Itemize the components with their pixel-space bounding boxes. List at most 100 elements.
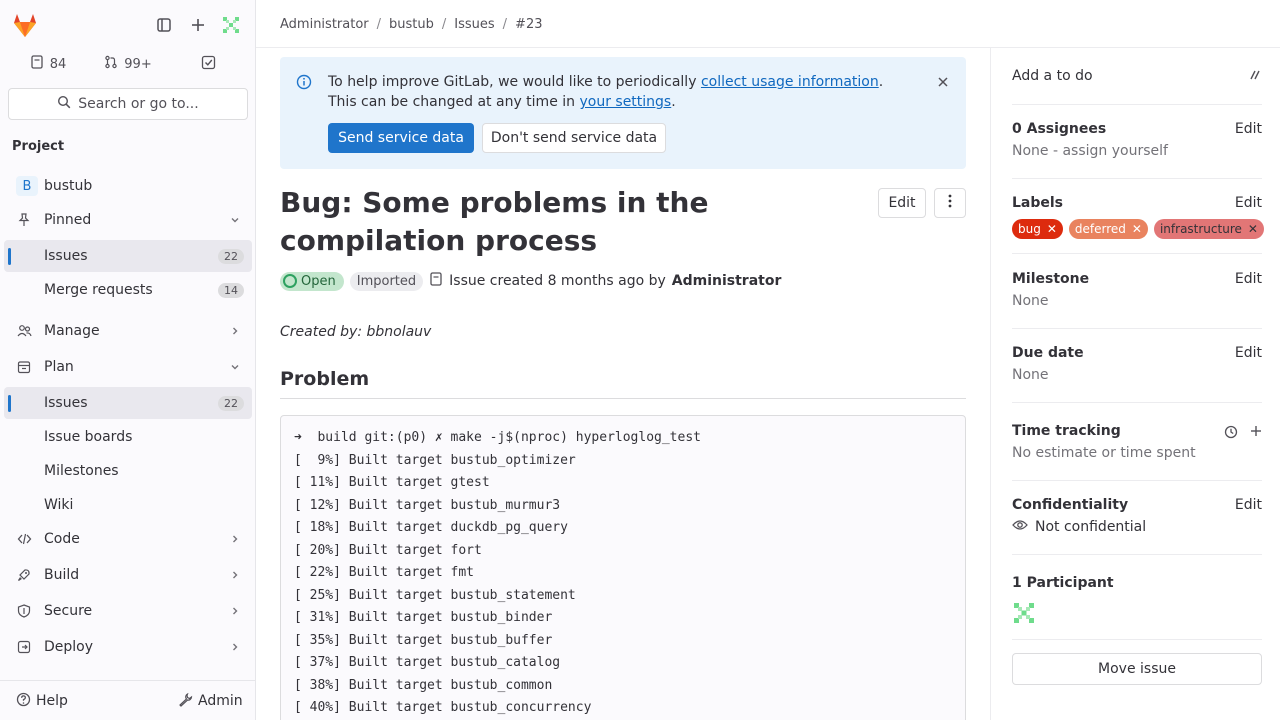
- add-todo-button[interactable]: Add a to do: [1012, 68, 1093, 84]
- labels-list: bug ✕ deferred ✕ infrastructure ✕: [1012, 219, 1264, 239]
- code-line: [ 18%] Built target duckdb_pg_query: [294, 520, 568, 535]
- search-button[interactable]: Search or go to...: [8, 88, 248, 120]
- breadcrumb-separator: /: [502, 16, 508, 32]
- participant-avatar[interactable]: [1012, 601, 1036, 625]
- sidebar-item-pinned-issues[interactable]: Issues 22: [4, 240, 252, 272]
- assigned-issues-counter[interactable]: 84: [8, 50, 88, 78]
- breadcrumb-item-project[interactable]: bustub: [389, 17, 434, 32]
- section-divider: [1012, 328, 1262, 329]
- sidebar-item-count: 22: [218, 248, 244, 264]
- sidebar-item-issues[interactable]: Issues 22: [4, 387, 252, 419]
- banner-text-end: .: [671, 94, 676, 110]
- sidebar-item-pinned[interactable]: Pinned: [4, 204, 252, 236]
- sidebar-item-wiki[interactable]: Wiki: [4, 489, 252, 521]
- user-avatar[interactable]: [217, 12, 245, 38]
- admin-button[interactable]: Admin: [178, 687, 243, 715]
- search-icon: [57, 95, 71, 113]
- time-tracking-report-button[interactable]: [1224, 425, 1238, 443]
- code-line: [ 40%] Built target bustub_concurrency: [294, 700, 592, 715]
- breadcrumb-separator: /: [376, 16, 382, 32]
- section-divider: [1012, 402, 1262, 403]
- section-divider: [1012, 554, 1262, 555]
- assign-yourself-link[interactable]: None - assign yourself: [1012, 143, 1262, 159]
- sidebar-item-milestones[interactable]: Milestones: [4, 455, 252, 487]
- gitlab-logo-icon[interactable]: [10, 10, 40, 40]
- issue-author-link[interactable]: Administrator: [672, 273, 782, 289]
- edit-assignees-button[interactable]: Edit: [1235, 121, 1262, 137]
- issue-actions-button[interactable]: [934, 188, 966, 218]
- sidebar-item-manage[interactable]: Manage: [4, 315, 252, 347]
- sidebar-item-build[interactable]: Build: [4, 559, 252, 591]
- label-bug[interactable]: bug ✕: [1012, 219, 1063, 239]
- section-divider: [1012, 480, 1262, 481]
- remove-label-icon[interactable]: ✕: [1132, 222, 1142, 236]
- chevron-right-icon: [228, 639, 242, 655]
- edit-confidentiality-button[interactable]: Edit: [1235, 497, 1262, 513]
- info-icon: [296, 74, 312, 90]
- sidebar-item-label: Deploy: [44, 639, 94, 655]
- edit-issue-button[interactable]: Edit: [878, 188, 926, 218]
- issue-description-created-by: Created by: bbnolauv: [280, 324, 432, 340]
- remove-label-icon[interactable]: ✕: [1047, 222, 1057, 236]
- edit-due-date-button[interactable]: Edit: [1235, 345, 1262, 361]
- edit-milestone-button[interactable]: Edit: [1235, 271, 1262, 287]
- sidebar-item-project[interactable]: B bustub: [4, 170, 252, 202]
- eye-icon: [1012, 519, 1028, 535]
- sidebar-item-label: Merge requests: [44, 282, 153, 298]
- help-button[interactable]: Help: [16, 687, 68, 715]
- sidebar-item-plan[interactable]: Plan: [4, 351, 252, 383]
- planning-icon: [16, 359, 32, 375]
- todo-icon: [201, 55, 216, 74]
- settings-link[interactable]: your settings: [579, 94, 671, 110]
- code-line: ➜ build git:(p0) ✗ make -j$(nproc) hyper…: [294, 430, 701, 445]
- banner-close-button[interactable]: [932, 73, 954, 95]
- code-line: [ 31%] Built target bustub_binder: [294, 610, 553, 625]
- label-deferred[interactable]: deferred ✕: [1068, 219, 1148, 239]
- issue-open-icon: [283, 274, 297, 288]
- deployments-icon: [16, 639, 32, 655]
- collect-usage-link[interactable]: collect usage information: [701, 74, 879, 90]
- pin-icon: [16, 212, 32, 228]
- code-line: [ 35%] Built target bustub_buffer: [294, 632, 553, 648]
- sidebar-item-merge-requests[interactable]: Merge requests 14: [4, 274, 252, 306]
- sidebar-item-label: Plan: [44, 359, 74, 375]
- merge-requests-counter[interactable]: 99+: [88, 50, 168, 78]
- collapse-sidebar-button[interactable]: [1248, 68, 1262, 86]
- todos-counter[interactable]: [168, 50, 248, 78]
- issue-right-sidebar: Add a to do 0 Assignees None - assign yo…: [990, 48, 1280, 720]
- section-divider: [1012, 639, 1262, 640]
- label-infrastructure[interactable]: infrastructure ✕: [1153, 219, 1264, 239]
- breadcrumb-separator: /: [441, 16, 447, 32]
- issue-meta: Open Imported Issue created 8 months ago…: [280, 270, 781, 292]
- breadcrumb-item-issues[interactable]: Issues: [454, 17, 494, 32]
- dont-send-service-data-button[interactable]: Don't send service data: [482, 123, 666, 153]
- admin-label: Admin: [198, 693, 243, 709]
- sidebar-item-count: 14: [218, 282, 244, 298]
- milestone-value: None: [1012, 293, 1049, 309]
- send-service-data-button[interactable]: Send service data: [328, 123, 474, 153]
- sidebar-section-title: Project: [12, 139, 65, 154]
- sidebar-item-issue-boards[interactable]: Issue boards: [4, 421, 252, 453]
- toggle-sidebar-icon[interactable]: [150, 12, 178, 38]
- sidebar-item-secure[interactable]: Secure: [4, 595, 252, 627]
- chevron-right-icon: [228, 603, 242, 619]
- create-new-icon[interactable]: [184, 12, 212, 38]
- section-divider: [1012, 178, 1262, 179]
- breadcrumb-item-namespace[interactable]: Administrator: [280, 17, 369, 32]
- add-time-entry-button[interactable]: [1250, 425, 1262, 441]
- sidebar-item-deploy[interactable]: Deploy: [4, 631, 252, 663]
- sidebar-item-label: Milestones: [44, 463, 119, 479]
- due-date-title: Due date: [1012, 345, 1084, 361]
- usage-ping-banner: To help improve GitLab, we would like to…: [280, 57, 966, 169]
- close-icon: [937, 76, 949, 92]
- edit-labels-button[interactable]: Edit: [1235, 195, 1262, 211]
- sidebar-item-code[interactable]: Code: [4, 523, 252, 555]
- admin-icon: [178, 692, 193, 711]
- code-icon: [16, 531, 32, 547]
- code-block: ➜ build git:(p0) ✗ make -j$(nproc) hyper…: [280, 415, 966, 720]
- status-label: Open: [301, 273, 336, 289]
- move-issue-button[interactable]: Move issue: [1012, 653, 1262, 685]
- code-line: [ 22%] Built target fmt: [294, 565, 475, 580]
- breadcrumb-item-issue[interactable]: #23: [515, 17, 542, 32]
- remove-label-icon[interactable]: ✕: [1248, 222, 1258, 236]
